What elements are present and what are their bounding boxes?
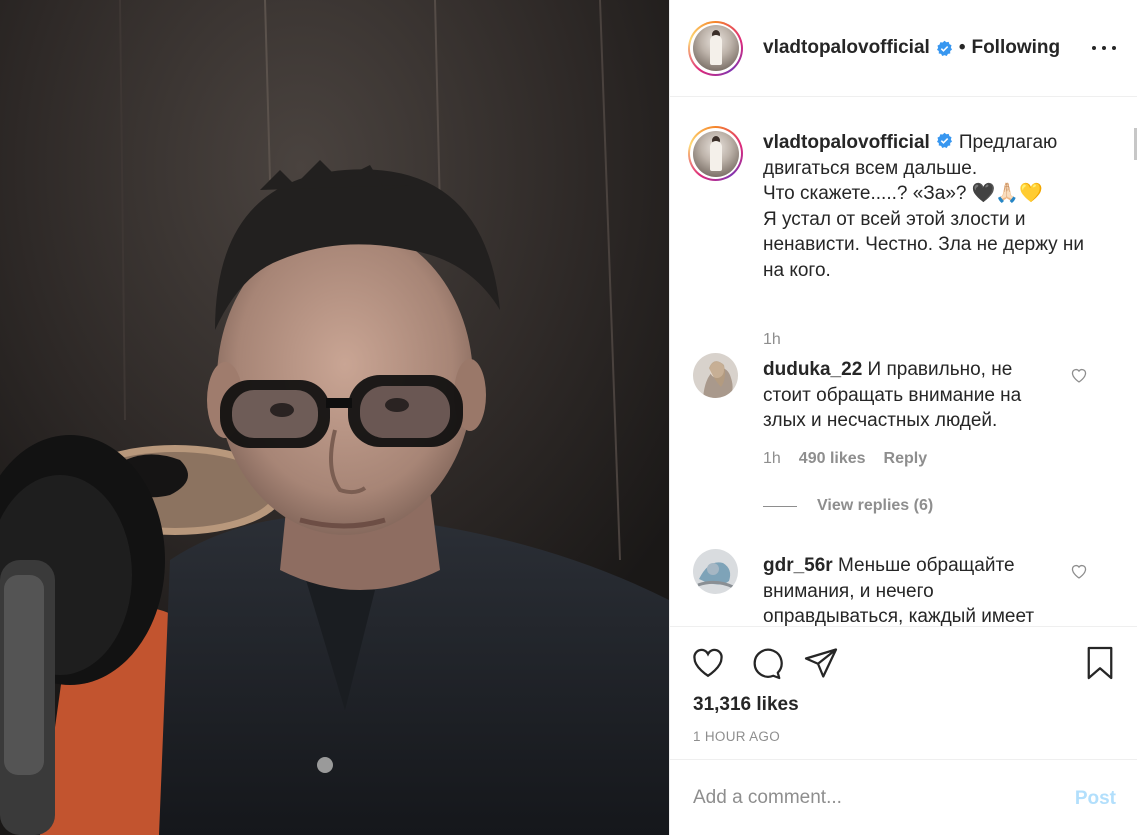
save-bookmark-icon[interactable] <box>1082 645 1118 681</box>
comment-input[interactable] <box>693 786 1053 809</box>
comment-time: 1h <box>763 450 781 467</box>
comments-list[interactable]: vladtopalovofficial Предлагаю двигаться … <box>670 98 1137 626</box>
add-comment-bar: Post <box>670 759 1137 835</box>
post-actions: 31,316 likes 1 HOUR AGO <box>670 626 1137 759</box>
comment-likes[interactable]: 490 likes <box>799 450 866 468</box>
comment-text: gdr_56r Меньше обращайте внимания, и неч… <box>763 555 1035 626</box>
separator-dot: • <box>958 37 966 58</box>
caption-text: vladtopalovofficial Предлагаю двигаться … <box>763 132 1085 281</box>
post-timestamp: 1 HOUR AGO <box>693 729 781 744</box>
post-button[interactable]: Post <box>1075 788 1116 810</box>
author-avatar[interactable] <box>688 20 743 76</box>
caption-username[interactable]: vladtopalovofficial <box>763 132 930 153</box>
likes-count[interactable]: 31,316 likes <box>693 694 799 716</box>
comment-like-heart-icon[interactable] <box>1070 563 1088 579</box>
comment-item: duduka_22 И правильно, не стоит обращать… <box>688 353 1118 533</box>
author-username[interactable]: vladtopalovofficial <box>763 37 930 59</box>
post-photo[interactable] <box>0 0 669 835</box>
like-heart-icon[interactable] <box>690 645 726 681</box>
comment-item: gdr_56r Меньше обращайте внимания, и неч… <box>688 549 1118 626</box>
comment-meta: 1h 490 likes Reply <box>763 450 927 468</box>
comment-username[interactable]: gdr_56r <box>763 555 833 576</box>
following-button[interactable]: Following <box>971 37 1060 59</box>
post-header: vladtopalovofficial • Following <box>670 0 1137 97</box>
comment-username[interactable]: duduka_22 <box>763 359 862 380</box>
reply-button[interactable]: Reply <box>884 450 928 468</box>
share-send-icon[interactable] <box>803 645 839 681</box>
comments-scrollbar[interactable] <box>1133 98 1137 626</box>
commenter-avatar[interactable] <box>693 549 738 594</box>
caption-meta: 1h <box>763 331 781 349</box>
verified-badge-icon <box>936 132 952 148</box>
verified-badge-icon <box>936 40 952 56</box>
comment-bubble-icon[interactable] <box>747 645 783 681</box>
caption: vladtopalovofficial Предлагаю двигаться … <box>688 126 1118 348</box>
comment-like-heart-icon[interactable] <box>1070 367 1088 383</box>
more-options-icon[interactable] <box>1092 38 1116 58</box>
selfie-image <box>0 0 669 835</box>
view-replies-button[interactable]: View replies (6) <box>763 497 933 515</box>
caption-avatar[interactable] <box>688 126 743 181</box>
caption-time: 1h <box>763 331 781 348</box>
post-side-panel: vladtopalovofficial • Following vladtopa… <box>669 0 1137 835</box>
commenter-avatar[interactable] <box>693 353 738 398</box>
comment-text: duduka_22 И правильно, не стоит обращать… <box>763 359 1022 431</box>
